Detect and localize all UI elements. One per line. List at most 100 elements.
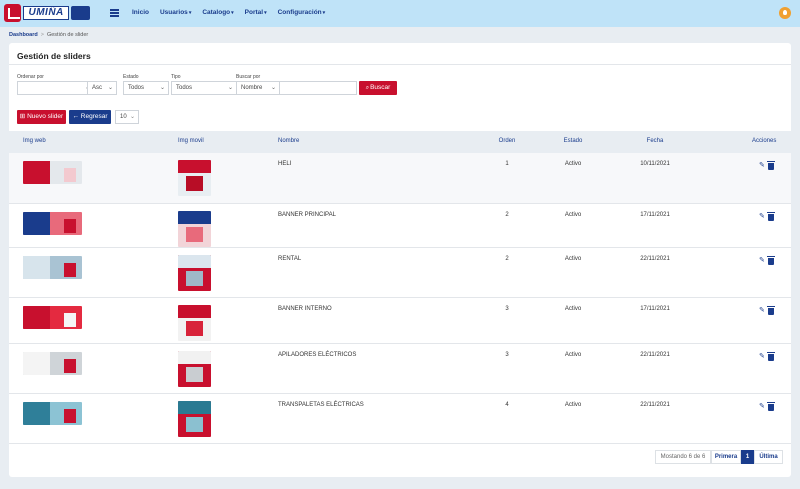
- slider-order: 3: [505, 306, 509, 312]
- search-icon: ⌕: [365, 85, 370, 91]
- col-nombre: Nombre: [278, 138, 300, 144]
- buscar-field-select[interactable]: Nombre ⌄: [236, 81, 280, 95]
- col-img-movil: Img movil: [178, 138, 204, 144]
- user-avatar-icon[interactable]: [779, 7, 791, 19]
- trash-icon[interactable]: [767, 306, 775, 315]
- breadcrumb: Dashboard > Gestión de slider: [9, 32, 88, 38]
- slider-order: 1: [505, 161, 509, 167]
- slider-date: 10/11/2021: [640, 161, 670, 167]
- breadcrumb-separator: >: [40, 32, 44, 38]
- slider-name: TRANSPALETAS ELÉCTRICAS: [278, 402, 364, 408]
- slider-status: Activo: [564, 352, 582, 358]
- edit-icon[interactable]: ✎: [759, 257, 766, 264]
- slider-web-image: [23, 212, 82, 235]
- pagination-current-page[interactable]: 1: [741, 450, 754, 464]
- logo-mark-icon: [4, 4, 22, 22]
- top-navbar: UMIÑA Inicio Usuarios▾ Catalogo▾ Portal▾…: [0, 0, 800, 27]
- slider-mobile-image: [178, 211, 211, 247]
- sliders-card: Gestión de sliders Ordenar por ⌄ Asc⌄ Es…: [9, 43, 791, 477]
- pagination-info: Mostando 6 de 6: [655, 450, 711, 464]
- edit-icon[interactable]: ✎: [759, 307, 766, 314]
- slider-name: RENTAL: [278, 256, 302, 262]
- trash-icon[interactable]: [767, 256, 775, 265]
- chevron-down-icon: ▾: [322, 10, 326, 16]
- trash-icon[interactable]: [767, 402, 775, 411]
- slider-order: 3: [505, 352, 509, 358]
- tipo-label: Tipo: [171, 74, 181, 80]
- col-img-web: Img web: [23, 138, 46, 144]
- arrow-left-icon: ←: [72, 113, 79, 120]
- nav-inicio[interactable]: Inicio: [132, 9, 149, 16]
- estado-select[interactable]: Todos ⌄: [123, 81, 169, 95]
- slider-status: Activo: [564, 256, 582, 262]
- breadcrumb-current: Gestión de slider: [46, 32, 89, 38]
- slider-mobile-image: [178, 351, 211, 387]
- slider-mobile-image: [178, 305, 211, 341]
- edit-icon[interactable]: ✎: [759, 403, 766, 410]
- pagination-first[interactable]: Primera: [711, 450, 741, 464]
- slider-date: 17/11/2021: [640, 306, 670, 312]
- col-acciones: Acciones: [752, 138, 777, 144]
- slider-web-image: [23, 306, 82, 329]
- order-by-select[interactable]: ⌄: [17, 81, 94, 95]
- slider-web-image: [23, 256, 82, 279]
- slider-status: Activo: [564, 161, 582, 167]
- chevron-down-icon: ⌄: [227, 85, 233, 91]
- slider-date: 22/11/2021: [640, 256, 670, 262]
- chevron-down-icon: ▾: [264, 10, 267, 16]
- trash-icon[interactable]: [767, 212, 775, 221]
- nav-portal[interactable]: Portal▾: [245, 9, 267, 16]
- edit-icon[interactable]: ✎: [759, 213, 766, 220]
- edit-icon[interactable]: ✎: [759, 162, 766, 169]
- menu-toggle-icon[interactable]: [110, 9, 119, 17]
- col-orden: Orden: [498, 138, 516, 144]
- table-row: BANNER INTERNO 3 Activo 17/11/2021 ✎: [9, 298, 791, 344]
- slider-date: 22/11/2021: [640, 402, 670, 408]
- slider-web-image: [23, 352, 82, 375]
- chevron-down-icon: ⌄: [107, 85, 113, 91]
- slider-date: 17/11/2021: [640, 212, 670, 218]
- pagination-last[interactable]: Última: [754, 450, 783, 464]
- table-header: Img web Img movil Nombre Orden Estado Fe…: [9, 131, 791, 153]
- nav-usuarios[interactable]: Usuarios▾: [160, 9, 191, 16]
- page-size-select[interactable]: 10 ⌄: [115, 110, 139, 124]
- trash-icon[interactable]: [767, 161, 775, 170]
- title-divider: [9, 64, 791, 65]
- search-button[interactable]: ⌕Buscar: [359, 81, 397, 95]
- umina-logo[interactable]: UMIÑA: [4, 3, 90, 23]
- breadcrumb-dashboard[interactable]: Dashboard: [9, 32, 38, 38]
- nav-configuracion[interactable]: Configuración▾: [278, 9, 326, 16]
- table-row: TRANSPALETAS ELÉCTRICAS 4 Activo 22/11/2021…: [9, 394, 791, 444]
- slider-status: Activo: [564, 402, 582, 408]
- chevron-down-icon: ⌄: [159, 85, 165, 91]
- slider-date: 22/11/2021: [640, 352, 670, 358]
- slider-mobile-image: [178, 401, 211, 437]
- trash-icon[interactable]: [767, 352, 775, 361]
- nav-catalogo[interactable]: Catalogo▾: [202, 9, 233, 16]
- logo-text: UMIÑA: [23, 6, 69, 20]
- order-direction-select[interactable]: Asc ⌄: [87, 81, 117, 95]
- back-button[interactable]: ← Regresar: [69, 110, 111, 124]
- chevron-down-icon: ▾: [188, 10, 192, 16]
- buscar-label: Buscar por: [236, 74, 261, 80]
- logo-forklift-icon: [70, 6, 90, 20]
- chevron-down-icon: ⌄: [129, 114, 135, 120]
- slider-mobile-image: [178, 160, 211, 196]
- slider-order: 2: [505, 256, 509, 262]
- table-row: BANNER PRINCIPAL 2 Activo 17/11/2021 ✎: [9, 204, 791, 248]
- slider-web-image: [23, 161, 82, 184]
- page-title: Gestión de sliders: [17, 51, 91, 61]
- search-input[interactable]: [279, 81, 357, 95]
- slider-status: Activo: [564, 212, 582, 218]
- slider-web-image: [23, 402, 82, 425]
- table-row: HELI 1 Activo 10/11/2021 ✎: [9, 153, 791, 204]
- edit-icon[interactable]: ✎: [759, 353, 766, 360]
- new-slider-button[interactable]: ⊞ Nuevo slider: [17, 110, 66, 124]
- slider-name: BANNER INTERNO: [278, 306, 332, 312]
- table-row: APILADORES ELÉCTRICOS 3 Activo 22/11/2021 ✎: [9, 344, 791, 394]
- col-estado: Estado: [563, 138, 583, 144]
- chevron-down-icon: ⌄: [270, 85, 276, 91]
- tipo-select[interactable]: Todos ⌄: [171, 81, 237, 95]
- table-row: RENTAL 2 Activo 22/11/2021 ✎: [9, 248, 791, 298]
- slider-order: 4: [505, 402, 509, 408]
